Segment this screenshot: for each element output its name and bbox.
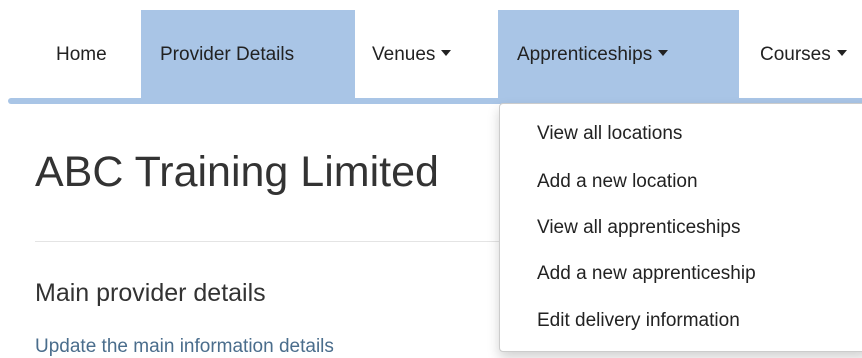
nav-item-label: Home — [56, 44, 107, 65]
main-navbar: Home Provider Details Venues Apprentices… — [0, 0, 862, 104]
menu-item-edit-delivery-information[interactable]: Edit delivery information — [537, 311, 740, 330]
nav-item-label: Venues — [372, 44, 436, 65]
nav-item-venues[interactable]: Venues — [355, 10, 497, 101]
nav-item-home[interactable]: Home — [43, 10, 139, 101]
page: Home Provider Details Venues Apprentices… — [0, 0, 862, 358]
nav-item-label: Apprenticeships — [517, 44, 653, 65]
section-description: Update the main information details — [35, 336, 334, 357]
apprenticeships-dropdown-menu: View all locations Add a new location Vi… — [499, 103, 862, 352]
menu-item-add-new-location[interactable]: Add a new location — [537, 172, 698, 191]
caret-down-icon — [658, 49, 669, 56]
caret-down-icon — [836, 49, 847, 56]
nav-item-label: Courses — [760, 44, 831, 65]
menu-item-add-new-apprenticeship[interactable]: Add a new apprenticeship — [537, 264, 756, 283]
menu-item-view-all-locations[interactable]: View all locations — [537, 124, 682, 143]
nav-item-provider-details[interactable]: Provider Details — [141, 10, 355, 101]
section-title: Main provider details — [35, 279, 266, 307]
nav-item-label: Provider Details — [160, 44, 295, 65]
nav-item-apprenticeships[interactable]: Apprenticeships — [498, 10, 739, 101]
page-title: ABC Training Limited — [35, 148, 439, 196]
menu-item-view-all-apprenticeships[interactable]: View all apprenticeships — [537, 218, 741, 237]
caret-down-icon — [441, 49, 452, 56]
nav-item-courses[interactable]: Courses — [739, 10, 862, 101]
